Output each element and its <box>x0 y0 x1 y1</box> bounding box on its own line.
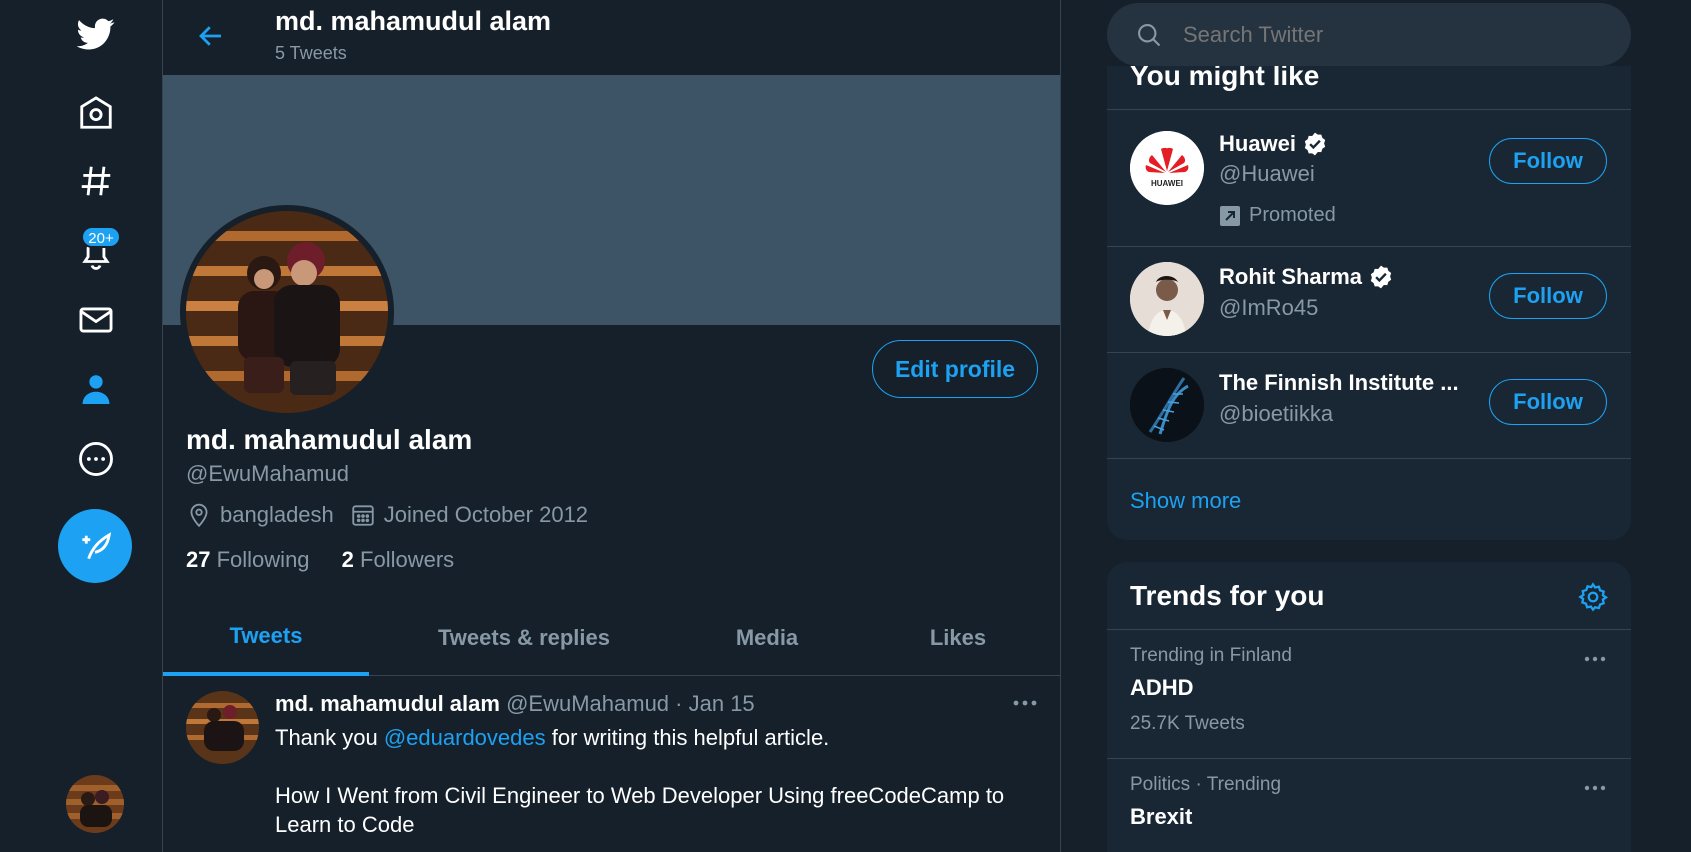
suggested-user[interactable]: HUAWEI Huawei @Huawei Promoted Follow <box>1107 109 1631 246</box>
compose-tweet-icon <box>82 532 112 560</box>
tab-tweets-replies[interactable]: Tweets & replies <box>369 600 679 676</box>
verified-badge-icon <box>1304 132 1326 156</box>
tweet-author-handle[interactable]: @EwuMahamud <box>506 691 669 716</box>
home-icon[interactable] <box>72 89 120 137</box>
more-options-icon[interactable] <box>1010 691 1040 715</box>
follow-button[interactable]: Follow <box>1489 379 1607 425</box>
follow-button[interactable]: Follow <box>1489 273 1607 319</box>
calendar-icon <box>352 505 374 526</box>
promoted-text: Promoted <box>1249 204 1336 226</box>
compose-tweet-button[interactable] <box>58 509 132 583</box>
header-title: md. mahamudul alam <box>275 6 552 36</box>
profile-tabs: Tweets Tweets & replies Media Likes <box>163 600 1060 676</box>
suggested-user[interactable]: Rohit Sharma @ImRo45 Follow <box>1107 246 1631 352</box>
tweet-text: Thank you @eduardovedes for writing this… <box>275 723 1035 752</box>
profile-name: md. mahamudul alam <box>186 424 473 455</box>
suggested-user-name: The Finnish Institute ... <box>1219 370 1459 396</box>
left-navigation: 20+ <box>0 0 162 852</box>
followers-label: Followers <box>360 547 455 572</box>
tweet-date[interactable]: · Jan 15 <box>675 691 755 716</box>
followers-link[interactable]: 2 Followers <box>342 547 455 572</box>
notifications-badge: 20+ <box>81 226 121 248</box>
tweet-body-text: How I Went from Civil Engineer to Web De… <box>275 783 1005 837</box>
trend-item[interactable]: Trending in Finland ADHD 25.7K Tweets <box>1107 629 1631 758</box>
location-pin-icon <box>190 503 208 528</box>
tab-likes[interactable]: Likes <box>855 600 1060 676</box>
suggested-user[interactable]: The Finnish Institute ... @bioetiikka Fo… <box>1107 352 1631 458</box>
rohit-sharma-avatar[interactable] <box>1130 262 1204 336</box>
profile-header: md. mahamudul alam 5 Tweets <box>163 0 1060 75</box>
trend-context: Politics · Trending <box>1130 774 1282 795</box>
suggested-user-handle: @ImRo45 <box>1219 295 1319 320</box>
trend-context: Trending in Finland <box>1130 645 1292 666</box>
svg-text:HUAWEI: HUAWEI <box>1151 179 1183 188</box>
trends-title: Trends for you <box>1130 580 1325 611</box>
more-options-icon[interactable] <box>1580 778 1610 798</box>
more-options-icon[interactable] <box>1580 649 1610 669</box>
suggested-user-name: Huawei <box>1219 131 1328 157</box>
divider <box>1107 458 1631 459</box>
suggested-user-name: Rohit Sharma <box>1219 264 1394 290</box>
tab-tweets[interactable]: Tweets <box>163 600 369 676</box>
suggested-user-handle: @bioetiikka <box>1219 401 1334 426</box>
twitter-logo-icon[interactable] <box>72 10 120 58</box>
trend-tweet-count: 25.7K Tweets <box>1130 713 1245 734</box>
search-input[interactable] <box>1183 21 1583 48</box>
search-bar[interactable] <box>1107 3 1631 66</box>
tab-media[interactable]: Media <box>679 600 855 676</box>
follow-button[interactable]: Follow <box>1489 138 1607 184</box>
you-might-like-title: You might like <box>1130 66 1320 91</box>
finnish-institute-avatar[interactable] <box>1130 368 1204 442</box>
you-might-like-panel: You might like HUAWEI Huawei @Huawei Pro… <box>1107 66 1631 540</box>
promoted-label: Promoted <box>1219 204 1336 227</box>
verified-badge-icon <box>1370 265 1392 289</box>
account-avatar[interactable] <box>66 775 124 833</box>
tweet-header: md. mahamudul alam @EwuMahamud · Jan 15 <box>275 691 755 717</box>
back-arrow-icon[interactable] <box>191 16 231 56</box>
profile-joined-date: Joined October 2012 <box>383 502 589 527</box>
profile-meta: bangladesh Joined October 2012 <box>186 502 588 528</box>
following-label: Following <box>216 547 310 572</box>
header-tweet-count: 5 Tweets <box>275 43 347 63</box>
trend-name: ADHD <box>1130 675 1194 700</box>
explore-hashtag-icon[interactable] <box>72 157 120 205</box>
tweet-text-after: for writing this helpful article. <box>545 725 830 750</box>
suggested-user-name-text[interactable]: Huawei <box>1219 131 1296 157</box>
search-icon <box>1138 23 1161 46</box>
profile-handle: @EwuMahamud <box>186 461 349 486</box>
profile-avatar[interactable] <box>180 205 394 419</box>
following-link[interactable]: 27 Following <box>186 547 310 572</box>
suggested-user-handle: @Huawei <box>1219 161 1315 186</box>
trends-panel: Trends for you Trending in Finland ADHD … <box>1107 562 1631 852</box>
show-more-link[interactable]: Show more <box>1130 488 1241 514</box>
right-sidebar: You might like HUAWEI Huawei @Huawei Pro… <box>1107 0 1631 852</box>
following-count: 27 <box>186 547 211 572</box>
more-icon[interactable] <box>72 435 120 483</box>
profile-person-icon[interactable] <box>72 365 120 413</box>
tweet-author-name[interactable]: md. mahamudul alam <box>275 691 500 716</box>
trend-name: Brexit <box>1130 804 1193 829</box>
tweet-item[interactable]: md. mahamudul alam @EwuMahamud · Jan 15 … <box>163 677 1060 852</box>
profile-follow-stats: 27 Following 2 Followers <box>186 547 454 573</box>
messages-envelope-icon[interactable] <box>72 296 120 344</box>
promoted-icon <box>1220 205 1240 226</box>
suggested-user-name-text[interactable]: The Finnish Institute ... <box>1219 370 1459 396</box>
settings-gear-icon[interactable] <box>1577 581 1609 613</box>
tweet-mention-link[interactable]: @eduardovedes <box>384 725 546 750</box>
tweet-author-avatar[interactable] <box>186 691 259 764</box>
edit-profile-button[interactable]: Edit profile <box>872 340 1038 398</box>
profile-column: md. mahamudul alam 5 Tweets Edit profile… <box>162 0 1061 852</box>
followers-count: 2 <box>341 547 354 572</box>
suggested-user-name-text[interactable]: Rohit Sharma <box>1219 264 1362 290</box>
profile-location: bangladesh <box>220 502 334 527</box>
huawei-avatar[interactable]: HUAWEI <box>1130 131 1204 205</box>
trend-item[interactable]: Politics · Trending Brexit <box>1107 758 1631 852</box>
tweet-text-before: Thank you <box>275 725 384 750</box>
